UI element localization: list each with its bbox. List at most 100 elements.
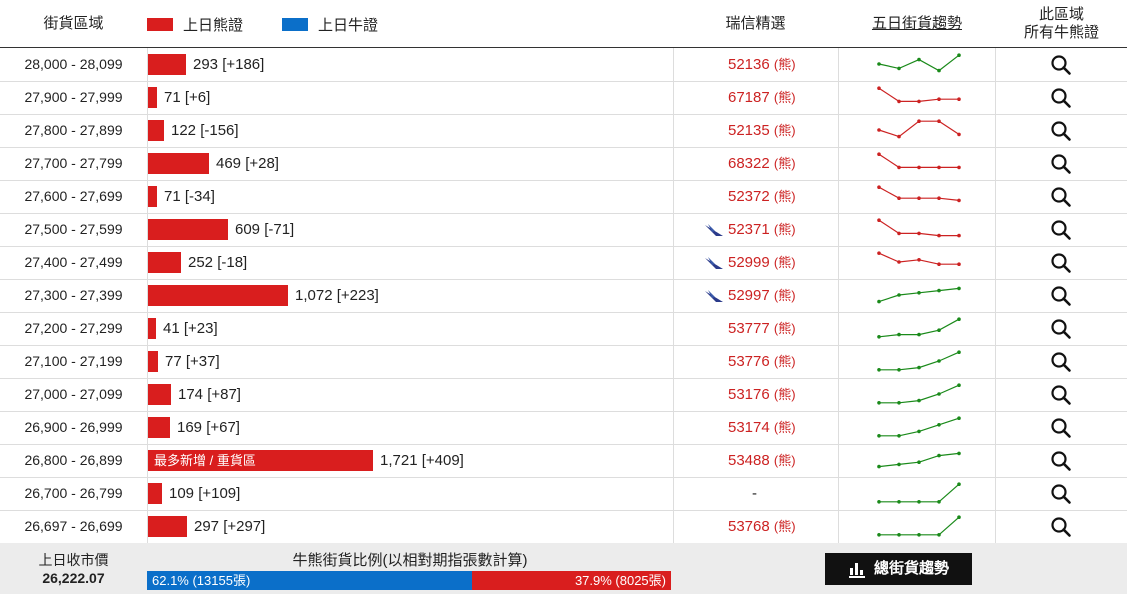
bar-inline-label <box>148 222 154 237</box>
search-icon[interactable] <box>1050 219 1072 241</box>
search-icon[interactable] <box>1050 483 1072 505</box>
search-icon[interactable] <box>1050 87 1072 109</box>
quantity-cell: 71 [+6] <box>147 81 674 114</box>
sparkline-point <box>937 262 941 266</box>
warrant-code-link[interactable]: 52999 (熊) <box>728 246 796 279</box>
selection-cell[interactable]: 53776 (熊) <box>673 345 839 378</box>
sparkline-point <box>937 423 941 427</box>
warrant-code-link[interactable]: 52371 (熊) <box>728 213 796 246</box>
warrant-code-link[interactable]: 53768 (熊) <box>728 510 796 543</box>
warrant-code-link[interactable]: 53488 (熊) <box>728 444 796 477</box>
sparkline-point <box>957 97 961 101</box>
five-day-sparkline <box>877 185 961 203</box>
table-row: 27,300 - 27,399 1,072 [+223] 52997 (熊) <box>0 279 1127 313</box>
all-header-line2: 所有牛熊證 <box>1023 24 1099 41</box>
warrant-code-link[interactable]: 52135 (熊) <box>728 114 796 147</box>
sparkline-point <box>917 231 921 236</box>
selection-cell[interactable]: 52136 (熊) <box>673 48 839 81</box>
selection-cell[interactable]: 67187 (熊) <box>673 81 839 114</box>
trend-cell <box>838 444 996 477</box>
selection-cell[interactable]: 53768 (熊) <box>673 510 839 543</box>
bear-tag: (熊) <box>773 519 796 534</box>
warrant-code-link[interactable]: 52372 (熊) <box>728 180 796 213</box>
selection-cell[interactable]: 52135 (熊) <box>673 114 839 147</box>
five-day-trend-link[interactable]: 五日街貨趨勢 <box>840 0 994 47</box>
five-day-sparkline <box>877 482 961 504</box>
table-row: 27,500 - 27,599 609 [-71] 52371 (熊) <box>0 213 1127 247</box>
bull-legend: 上日牛證 <box>282 15 378 34</box>
bar-inline-label <box>148 90 154 105</box>
ratio-title: 牛熊街貨比例(以相對期指張數計算) <box>292 552 528 569</box>
warrant-code-link[interactable]: 52136 (熊) <box>728 48 796 81</box>
table-row: 26,700 - 26,799 109 [+109] - <box>0 477 1127 511</box>
close-price-value: 26,222.07 <box>42 570 105 586</box>
sparkline-point <box>957 317 961 321</box>
quantity-cell: 71 [-34] <box>147 180 674 213</box>
five-day-sparkline <box>877 515 961 537</box>
quantity-change-text: 169 [+67] <box>177 419 240 436</box>
warrant-code-link[interactable]: 53176 (熊) <box>728 378 796 411</box>
sparkline-point <box>957 53 961 57</box>
warrant-code-link[interactable]: 53777 (熊) <box>728 312 796 345</box>
quantity-change-text: 109 [+109] <box>169 485 241 502</box>
sparkline-point <box>897 99 901 104</box>
warrant-code-link[interactable]: 52997 (熊) <box>728 279 796 312</box>
sparkline-point <box>897 196 901 200</box>
selection-cell[interactable]: 52999 (熊) <box>673 246 839 279</box>
search-icon[interactable] <box>1050 318 1072 340</box>
search-icon[interactable] <box>1050 351 1072 373</box>
range-cell: 26,700 - 26,799 <box>24 485 123 501</box>
warrant-code-link[interactable]: - <box>752 477 757 510</box>
sparkline-point <box>897 260 901 264</box>
search-icon[interactable] <box>1050 153 1072 175</box>
quantity-change-text: 252 [-18] <box>188 254 248 271</box>
selection-cell[interactable]: 68322 (熊) <box>673 147 839 180</box>
bear-quantity-bar <box>148 87 157 108</box>
search-icon[interactable] <box>1050 450 1072 472</box>
search-icon[interactable] <box>1050 54 1072 76</box>
five-day-sparkline <box>877 286 961 304</box>
warrant-code: 53777 <box>728 320 770 337</box>
warrant-code-link[interactable]: 53174 (熊) <box>728 411 796 444</box>
bear-tag: (熊) <box>773 156 796 171</box>
sparkline-point <box>877 218 881 222</box>
selection-cell[interactable]: 52997 (熊) <box>673 279 839 312</box>
search-icon[interactable] <box>1050 384 1072 406</box>
sparkline-point <box>957 451 961 456</box>
search-cell <box>995 378 1128 411</box>
quantity-change-text: 122 [-156] <box>171 122 239 139</box>
search-icon[interactable] <box>1050 252 1072 274</box>
selection-cell[interactable]: 53777 (熊) <box>673 312 839 345</box>
table-row: 27,400 - 27,499 252 [-18] 52999 (熊) <box>0 246 1127 280</box>
selection-cell[interactable]: 52371 (熊) <box>673 213 839 246</box>
sparkline-point <box>897 293 901 297</box>
warrant-code-link[interactable]: 68322 (熊) <box>728 147 796 180</box>
sparkline-point <box>937 359 941 363</box>
search-cell <box>995 147 1128 180</box>
trend-cell <box>838 246 996 279</box>
selection-cell[interactable]: 53176 (熊) <box>673 378 839 411</box>
search-cell <box>995 411 1128 444</box>
warrant-code-link[interactable]: 67187 (熊) <box>728 81 796 114</box>
search-icon[interactable] <box>1050 186 1072 208</box>
search-icon[interactable] <box>1050 120 1072 142</box>
search-icon[interactable] <box>1050 285 1072 307</box>
bull-ratio-segment: 62.1% (13155張) <box>147 571 472 590</box>
selection-cell[interactable]: 53488 (熊) <box>673 444 839 477</box>
sparkline-point <box>957 165 961 170</box>
selection-cell[interactable]: 52372 (熊) <box>673 180 839 213</box>
five-day-sparkline <box>877 86 961 104</box>
sparkline-point <box>917 99 921 104</box>
sparkline-line <box>878 452 960 468</box>
search-icon[interactable] <box>1050 417 1072 439</box>
warrant-code: 53776 <box>728 353 770 370</box>
search-icon[interactable] <box>1050 516 1072 538</box>
trend-cell <box>838 345 996 378</box>
quantity-cell: 122 [-156] <box>147 114 674 147</box>
warrant-code-link[interactable]: 53776 (熊) <box>728 345 796 378</box>
total-trend-button[interactable]: 總街貨趨勢 <box>825 553 972 585</box>
selection-cell[interactable]: 53174 (熊) <box>673 411 839 444</box>
sparkline-point <box>937 165 941 170</box>
quantity-change-text: 1,072 [+223] <box>295 287 379 304</box>
selection-cell[interactable]: - <box>673 477 839 510</box>
